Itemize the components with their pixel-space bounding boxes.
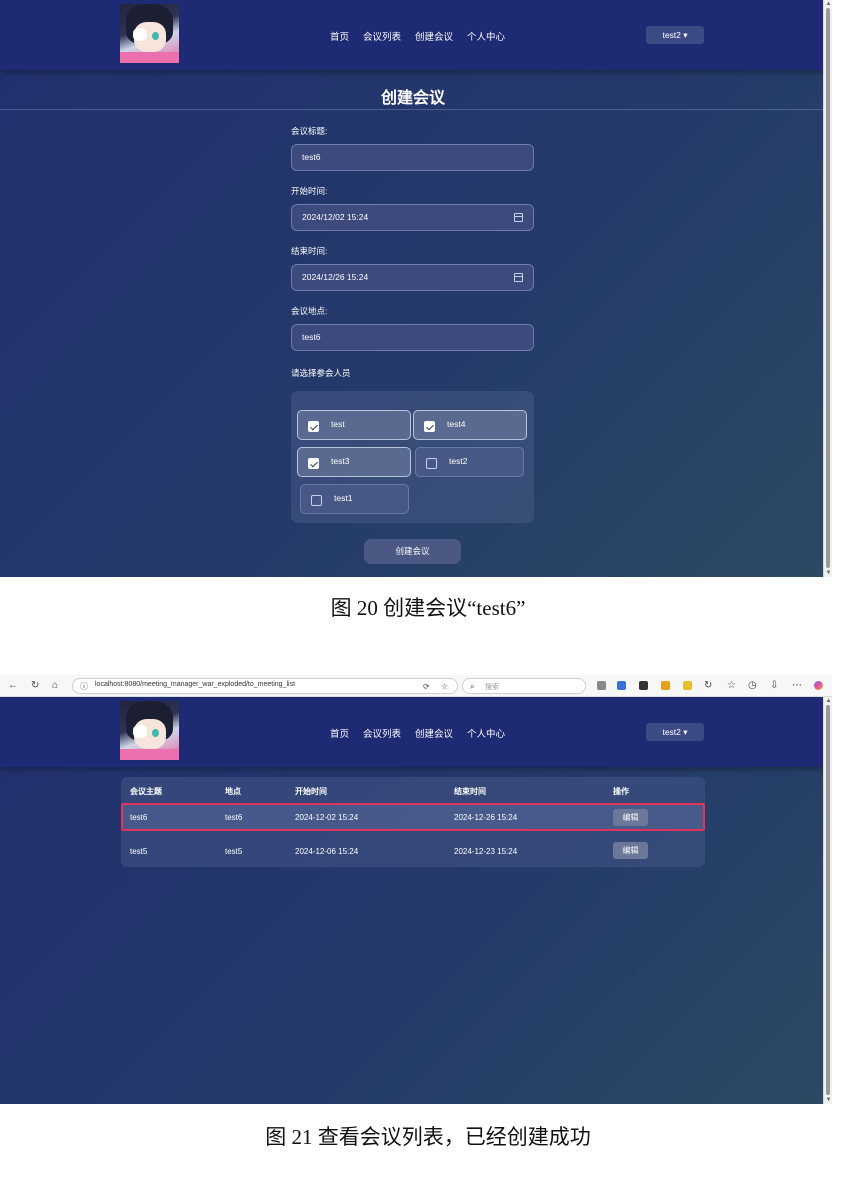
attendees-label: 请选择参会人员: [291, 368, 351, 378]
column-header-action: 操作: [613, 787, 629, 796]
end-time-label: 结束时间:: [291, 246, 328, 256]
translate-icon[interactable]: ⟳: [423, 681, 430, 693]
create-meeting-screenshot: 首页 会议列表 创建会议 个人中心 test2 ▾ 创建会议 会议标题: tes…: [0, 0, 832, 577]
search-icon: ⌕: [470, 682, 475, 691]
extension-icon[interactable]: [639, 681, 648, 690]
table-row-highlighted[interactable]: test6 test6 2024-12-02 15:24 2024-12-26 …: [121, 803, 705, 831]
user-menu-button[interactable]: test2 ▾: [646, 723, 704, 741]
home-icon[interactable]: ⌂: [52, 680, 58, 692]
column-header-place: 地点: [225, 787, 241, 796]
favorites-icon[interactable]: ☆: [727, 680, 736, 692]
attendee-option-test3[interactable]: test3: [297, 447, 411, 477]
attendee-name: test2: [449, 456, 468, 466]
edit-button[interactable]: 编辑: [613, 809, 648, 826]
start-time-label: 开始时间:: [291, 186, 328, 196]
checkbox-unchecked[interactable]: [311, 495, 322, 506]
cell-start: 2024-12-06 15:24: [295, 847, 359, 856]
attendee-option-test4[interactable]: test4: [413, 410, 527, 440]
divider: [0, 109, 826, 110]
address-bar[interactable]: ⓘ localhost:8080/meeting_manager_war_exp…: [72, 678, 458, 694]
calendar-icon[interactable]: [514, 213, 523, 222]
nav-meeting-list[interactable]: 会议列表: [363, 726, 401, 740]
nav-profile[interactable]: 个人中心: [467, 29, 505, 43]
start-time-input[interactable]: 2024/12/02 15:24: [291, 204, 534, 231]
browser-search-box[interactable]: ⌕ 搜索: [462, 678, 586, 694]
star-icon[interactable]: ☆: [441, 681, 448, 693]
user-menu-button[interactable]: test2 ▾: [646, 26, 704, 44]
checkbox-checked[interactable]: [308, 458, 319, 469]
attendee-option-test[interactable]: test: [297, 410, 411, 440]
page-scrollbar[interactable]: ▲ ▼: [823, 0, 832, 577]
search-placeholder: 搜索: [485, 684, 499, 691]
nav-links: 首页 会议列表 创建会议 个人中心: [330, 29, 505, 43]
attendee-name: test1: [334, 493, 353, 503]
checkbox-checked[interactable]: [308, 421, 319, 432]
title-input[interactable]: test6: [291, 144, 534, 171]
extension-icon[interactable]: [683, 681, 692, 690]
page-scrollbar[interactable]: ▲ ▼: [823, 697, 832, 1104]
top-navbar: 首页 会议列表 创建会议 个人中心 test2 ▾: [0, 697, 826, 767]
info-icon[interactable]: ⓘ: [80, 681, 88, 693]
checkbox-unchecked[interactable]: [426, 458, 437, 469]
location-input[interactable]: test6: [291, 324, 534, 351]
nav-home[interactable]: 首页: [330, 29, 349, 43]
cell-place: test6: [225, 813, 243, 822]
attendee-name: test: [331, 419, 345, 429]
browser-toolbar: ← ↻ ⌂ ⓘ localhost:8080/meeting_manager_w…: [0, 675, 832, 697]
extension-icon[interactable]: [617, 681, 626, 690]
cell-end: 2024-12-26 15:24: [454, 813, 518, 822]
location-label: 会议地点:: [291, 306, 328, 316]
back-icon[interactable]: ←: [8, 680, 18, 692]
attendee-option-test2[interactable]: test2: [415, 447, 524, 477]
title-label: 会议标题:: [291, 126, 328, 136]
nav-profile[interactable]: 个人中心: [467, 726, 505, 740]
cell-end: 2024-12-23 15:24: [454, 847, 518, 856]
end-time-value: 2024/12/26 15:24: [302, 272, 369, 282]
figure-20-caption: 图 20 创建会议“test6”: [330, 596, 526, 620]
reload-icon[interactable]: ↻: [31, 680, 39, 692]
column-header-start: 开始时间: [295, 787, 327, 796]
nav-meeting-list[interactable]: 会议列表: [363, 29, 401, 43]
cell-topic: test5: [130, 847, 148, 856]
cell-topic: test6: [130, 813, 148, 822]
figure-21-caption: 图 21 查看会议列表，已经创建成功: [265, 1125, 591, 1149]
meeting-list-screenshot: 首页 会议列表 创建会议 个人中心 test2 ▾ 会议主题 地点 开始时间 结…: [0, 697, 832, 1104]
column-header-topic: 会议主题: [130, 787, 162, 796]
attendee-option-test1[interactable]: test1: [300, 484, 409, 514]
checkbox-checked[interactable]: [424, 421, 435, 432]
page-title: 创建会议: [380, 90, 445, 107]
site-logo-avatar[interactable]: [120, 4, 179, 63]
create-meeting-button[interactable]: 创建会议: [364, 539, 461, 564]
edit-button[interactable]: 编辑: [613, 842, 648, 859]
attendee-name: test3: [331, 456, 350, 466]
nav-create-meeting[interactable]: 创建会议: [415, 29, 453, 43]
end-time-input[interactable]: 2024/12/26 15:24: [291, 264, 534, 291]
more-icon[interactable]: ⋯: [792, 680, 802, 692]
nav-create-meeting[interactable]: 创建会议: [415, 726, 453, 740]
attendee-panel: test test4 test3 test2 test1: [291, 391, 534, 523]
extension-icon[interactable]: [597, 681, 606, 690]
attendee-name: test4: [447, 419, 466, 429]
meeting-table: 会议主题 地点 开始时间 结束时间 操作 test6 test6 2024-12…: [121, 777, 705, 867]
top-navbar: 首页 会议列表 创建会议 个人中心 test2 ▾: [0, 0, 826, 70]
start-time-value: 2024/12/02 15:24: [302, 212, 369, 222]
extension-icon[interactable]: [661, 681, 670, 690]
url-text: localhost:8080/meeting_manager_war_explo…: [95, 681, 296, 688]
copilot-icon[interactable]: [814, 681, 823, 690]
cell-start: 2024-12-02 15:24: [295, 813, 359, 822]
site-logo-avatar[interactable]: [120, 701, 179, 760]
download-icon[interactable]: ⇩: [770, 680, 778, 692]
calendar-icon[interactable]: [514, 273, 523, 282]
history-icon[interactable]: ◷: [748, 680, 757, 692]
nav-links: 首页 会议列表 创建会议 个人中心: [330, 726, 505, 740]
column-header-end: 结束时间: [454, 787, 486, 796]
nav-home[interactable]: 首页: [330, 726, 349, 740]
cell-place: test5: [225, 847, 243, 856]
refresh-icon[interactable]: ↻: [704, 680, 712, 692]
